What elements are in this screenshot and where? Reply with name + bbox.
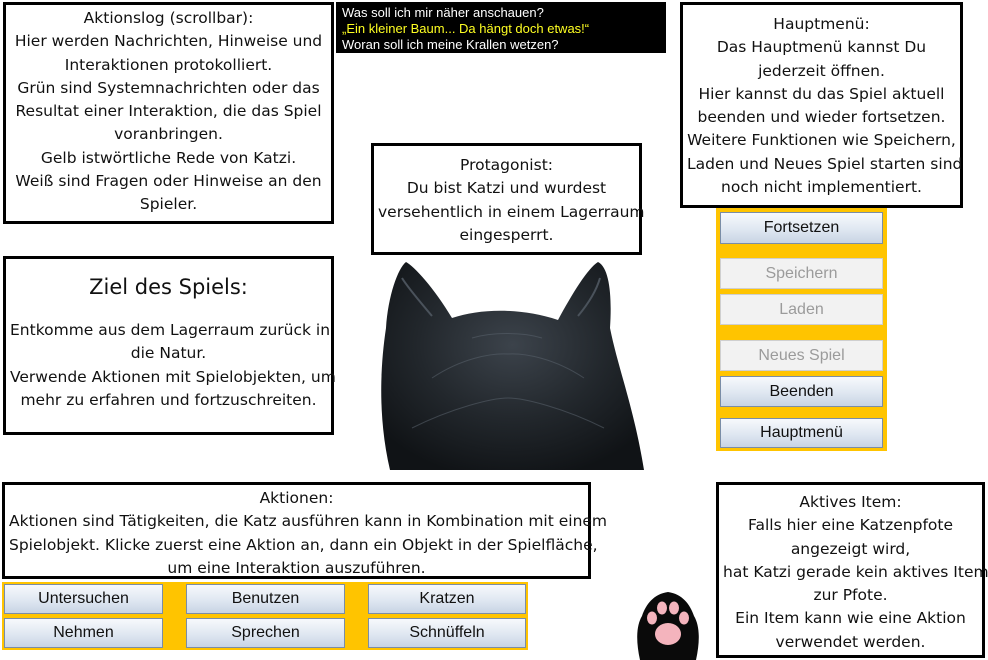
sniff-button[interactable]: Schnüffeln xyxy=(368,618,526,648)
info-line: Hier kannst du das Spiel aktuell xyxy=(698,84,945,103)
save-button: Speichern xyxy=(720,258,883,289)
info-line: beenden und wieder fortsetzen. xyxy=(697,108,946,127)
info-line: Ein Item kann wie eine Aktion xyxy=(735,609,966,628)
info-line: Spieler. xyxy=(139,195,198,214)
info-line: Interaktionen protokolliert. xyxy=(64,55,273,74)
info-line: voranbringen. xyxy=(114,125,223,144)
info-line: Weitere Funktionen wie Speichern, xyxy=(687,131,956,150)
info-line: Entkomme aus dem Lagerraum zurück in xyxy=(10,321,331,339)
info-box-protagonist: Protagonist: Du bist Katzi und wurdest v… xyxy=(371,143,645,255)
load-button: Laden xyxy=(720,294,883,325)
info-line: Aktionen: xyxy=(259,489,334,507)
info-line: Du bist Katzi und wurdest xyxy=(406,179,607,198)
log-line-speech: „Ein kleiner Baum... Da hängt doch etwas… xyxy=(342,21,590,36)
info-box-action-log: Aktionslog (scrollbar): Hier werden Nach… xyxy=(3,2,334,224)
main-menu-button[interactable]: Hauptmenü xyxy=(720,418,883,448)
info-line: angezeigt wird, xyxy=(790,539,911,558)
info-line: Spielobjekt. Klicke zuerst eine Aktion a… xyxy=(9,535,598,554)
info-line: Aktionen sind Tätigkeiten, die Katz ausf… xyxy=(9,512,608,531)
info-line: Hier werden Nachrichten, Hinweise und xyxy=(14,32,323,51)
info-box-active-item: Aktives Item: Falls hier eine Katzenpfot… xyxy=(716,482,988,658)
info-line: Resultat einer Interaktion, die das Spie… xyxy=(15,102,322,121)
info-line: eingesperrt. xyxy=(459,225,554,244)
info-line: jederzeit öffnen. xyxy=(758,61,885,80)
info-box-goal: Ziel des Spiels: Entkomme aus dem Lagerr… xyxy=(3,256,336,435)
info-line: um eine Interaktion auszuführen. xyxy=(167,558,426,577)
goal-title: Ziel des Spiels: xyxy=(89,275,248,299)
info-line: Hauptmenü: xyxy=(773,15,870,33)
new-game-button: Neues Spiel xyxy=(720,340,883,371)
cat-head-back-icon xyxy=(381,262,644,470)
info-line: Gelb istwörtliche Rede von Katzi. xyxy=(40,148,297,167)
action-log[interactable]: Was soll ich mir näher anschauen? „Ein k… xyxy=(336,2,666,53)
main-menu-panel: Fortsetzen Speichern Laden Neues Spiel B… xyxy=(716,208,887,451)
info-box-main-menu: Hauptmenü: Das Hauptmenü kannst Du jeder… xyxy=(680,2,963,208)
info-line: Laden und Neues Spiel starten sind xyxy=(687,154,963,173)
info-line: Aktionslog (scrollbar): xyxy=(83,9,254,27)
info-line: zur Pfote. xyxy=(813,586,888,605)
take-button[interactable]: Nehmen xyxy=(4,618,163,648)
info-line: hat Katzi gerade kein aktives Item xyxy=(723,562,988,581)
use-button[interactable]: Benutzen xyxy=(186,584,345,614)
info-line: mehr zu erfahren und fortzuschreiten. xyxy=(20,390,317,409)
info-line: Verwende Aktionen mit Spielobjekten, um xyxy=(10,367,336,386)
info-line: Das Hauptmenü kannst Du xyxy=(716,38,927,57)
actions-panel: Untersuchen Benutzen Kratzen Nehmen Spre… xyxy=(2,582,528,650)
log-line-question: Woran soll ich meine Krallen wetzen? xyxy=(342,37,559,52)
continue-button[interactable]: Fortsetzen xyxy=(720,212,883,244)
info-line: Weiß sind Fragen oder Hinweise an den xyxy=(15,172,322,191)
info-line: verwendet werden. xyxy=(775,632,926,651)
talk-button[interactable]: Sprechen xyxy=(186,618,345,648)
info-line: versehentlich in einem Lagerraum xyxy=(378,202,645,221)
info-line: noch nicht implementiert. xyxy=(721,178,922,197)
info-line: Aktives Item: xyxy=(799,493,902,511)
log-line-question: Was soll ich mir näher anschauen? xyxy=(342,5,544,20)
info-line: Protagonist: xyxy=(460,156,553,174)
cat-paw-icon[interactable] xyxy=(632,586,704,660)
scratch-button[interactable]: Kratzen xyxy=(368,584,526,614)
examine-button[interactable]: Untersuchen xyxy=(4,584,163,614)
info-line: die Natur. xyxy=(130,344,207,363)
quit-button[interactable]: Beenden xyxy=(720,376,883,407)
info-line: Grün sind Systemnachrichten oder das xyxy=(17,78,320,97)
info-line: Falls hier eine Katzenpfote xyxy=(747,516,954,535)
info-box-actions: Aktionen: Aktionen sind Tätigkeiten, die… xyxy=(2,482,608,579)
